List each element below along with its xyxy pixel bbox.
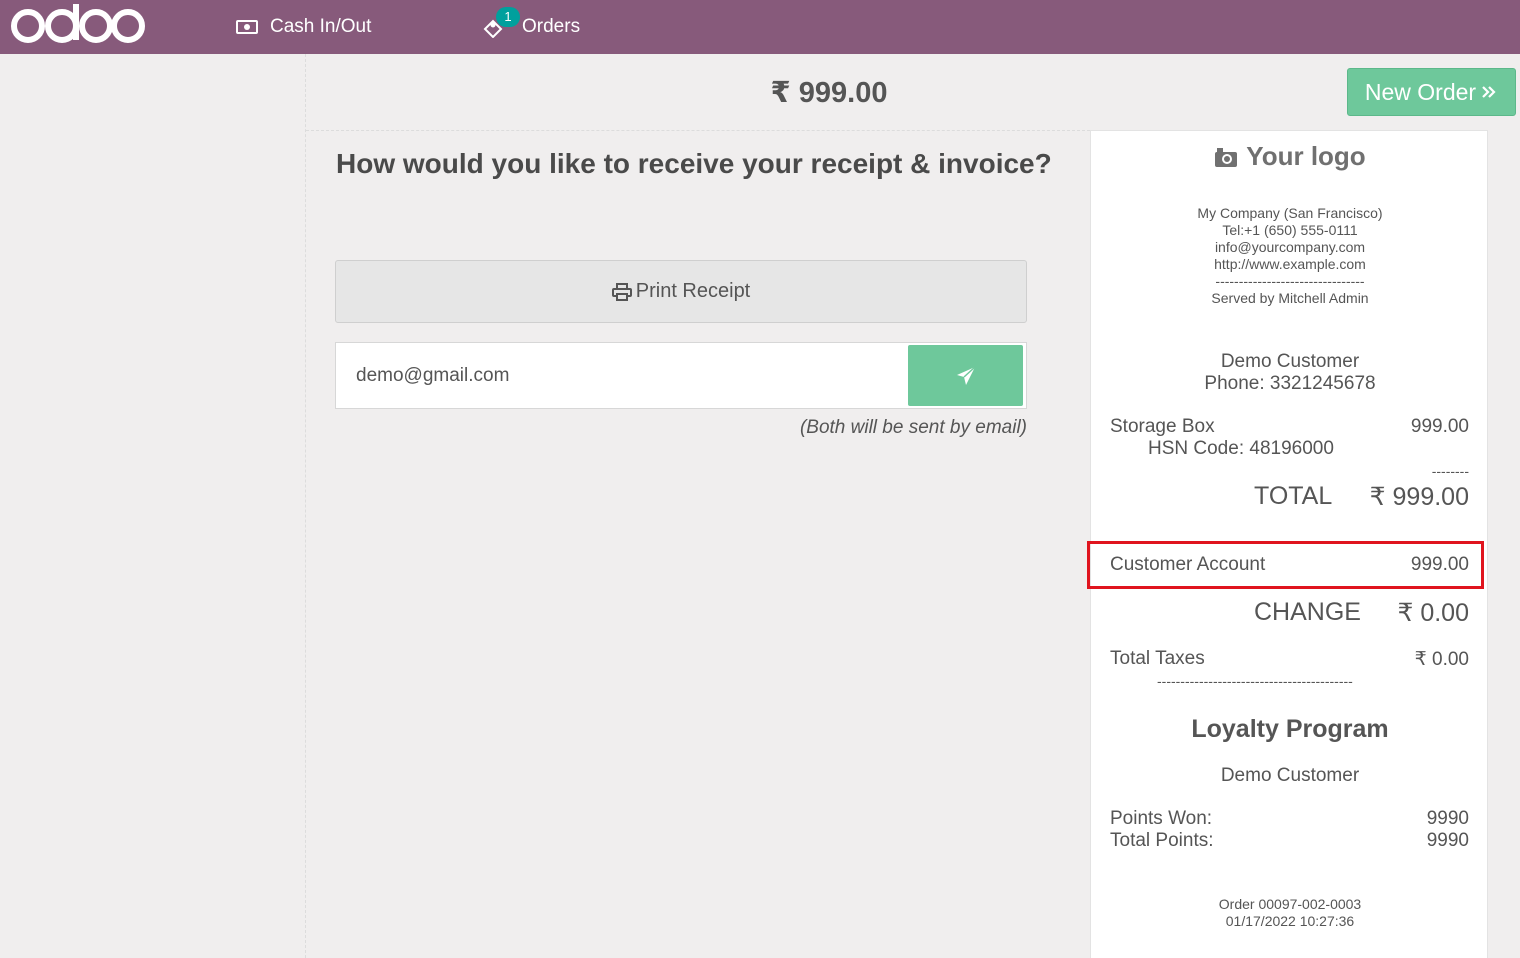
order-footer: Order 00097-002-0003 01/17/2022 10:27:36 <box>1091 896 1489 930</box>
change-label: CHANGE <box>1254 598 1361 626</box>
product-hsn: HSN Code: 48196000 <box>1148 438 1334 459</box>
new-order-label: New Order <box>1364 78 1477 105</box>
total-amount: ₹ 999.00 <box>770 76 888 109</box>
total-points-line: Total Points: 9990 <box>1110 830 1469 852</box>
print-receipt-label: Print Receipt <box>635 280 751 302</box>
customer-name: Demo Customer <box>1220 351 1360 372</box>
company-website: http://www.example.com <box>1214 256 1366 272</box>
order-reference: Order 00097-002-0003 <box>1218 896 1362 912</box>
company-info: My Company (San Francisco) Tel:+1 (650) … <box>1091 205 1489 307</box>
logo-placeholder: Your logo <box>1091 141 1489 172</box>
loyalty-title: Loyalty Program <box>1191 715 1389 743</box>
customer-info: Demo Customer Phone: 3321245678 <box>1091 351 1489 395</box>
taxes-line: Total Taxes ₹ 0.00 <box>1110 648 1469 671</box>
receipt-question: How would you like to receive your recei… <box>336 148 1052 179</box>
taxes-label: Total Taxes <box>1110 648 1205 669</box>
company-name: My Company (San Francisco) <box>1197 205 1383 221</box>
taxes-divider: ----------------------------------------… <box>1157 673 1353 689</box>
total-label: TOTAL <box>1254 482 1333 510</box>
highlight-box <box>1087 541 1484 589</box>
cash-in-out-button[interactable]: Cash In/Out <box>236 0 371 54</box>
total-points-value: 9990 <box>1426 830 1469 851</box>
paper-plane-icon <box>956 365 976 385</box>
money-icon <box>236 20 258 34</box>
taxes-value: ₹ 0.00 <box>1414 649 1469 670</box>
camera-icon <box>1215 147 1238 167</box>
divider <box>306 130 1090 131</box>
change-value: ₹ 0.00 <box>1397 599 1469 627</box>
print-receipt-button[interactable]: Print Receipt <box>335 260 1027 323</box>
logo-placeholder-label: Your logo <box>1246 141 1366 171</box>
order-line: Storage Box 999.00 <box>1110 416 1469 438</box>
served-by: Served by Mitchell Admin <box>1211 290 1369 306</box>
total-value: ₹ 999.00 <box>1369 483 1469 511</box>
company-divider: -------------------------------- <box>1215 273 1365 289</box>
company-phone: Tel:+1 (650) 555-0111 <box>1222 222 1358 238</box>
new-order-button[interactable]: New Order <box>1347 68 1516 116</box>
odoo-logo[interactable] <box>8 2 148 52</box>
points-won-label: Points Won: <box>1110 808 1213 829</box>
email-box <box>335 342 1027 409</box>
orders-button[interactable]: Orders <box>482 0 580 54</box>
double-chevron-right-icon <box>1482 86 1496 98</box>
cash-in-out-label: Cash In/Out <box>270 16 372 37</box>
orders-label: Orders <box>522 16 581 37</box>
total-points-label: Total Points: <box>1110 830 1214 851</box>
company-email: info@yourcompany.com <box>1214 239 1366 255</box>
top-bar: Cash In/Out Orders 1 <box>0 0 1520 54</box>
order-date: 01/17/2022 10:27:36 <box>1225 913 1355 929</box>
email-note: (Both will be sent by email) <box>799 417 1027 438</box>
email-input[interactable] <box>336 343 906 408</box>
customer-phone: Phone: 3321245678 <box>1204 373 1376 394</box>
product-price: 999.00 <box>1410 416 1469 437</box>
left-pane <box>0 54 306 958</box>
print-icon <box>611 282 632 301</box>
points-won-value: 9990 <box>1426 808 1469 829</box>
line-divider: -------- <box>1431 463 1469 479</box>
loyalty-customer: Demo Customer <box>1220 765 1360 786</box>
orders-count-badge: 1 <box>496 7 520 27</box>
product-name: Storage Box <box>1110 416 1215 437</box>
points-won-line: Points Won: 9990 <box>1110 808 1469 830</box>
send-email-button[interactable] <box>908 345 1023 406</box>
